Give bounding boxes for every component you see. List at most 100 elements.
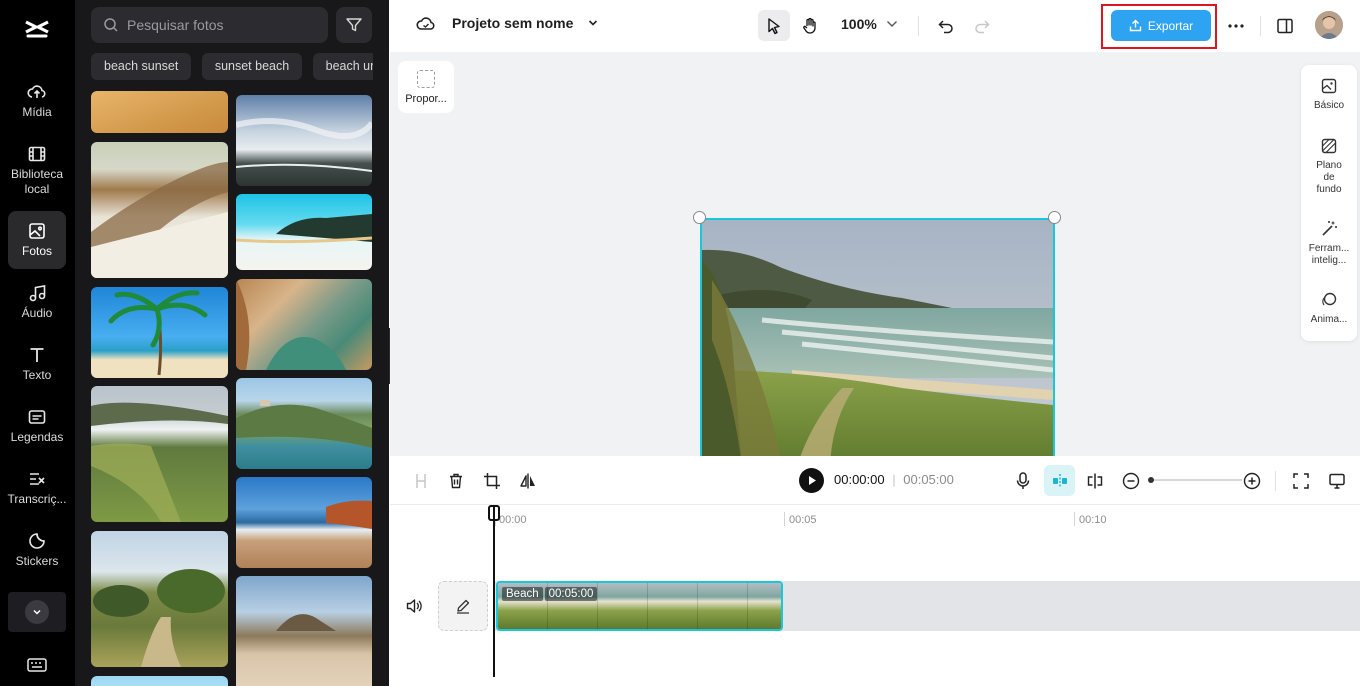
preview-photo[interactable] [700, 218, 1055, 456]
chevron-down-icon [589, 20, 598, 26]
rail-item-media[interactable]: Mídia [8, 72, 66, 130]
zoom-dropdown[interactable]: 100% [841, 16, 899, 32]
crop-button[interactable] [481, 470, 503, 492]
hand-tool-button[interactable] [794, 10, 826, 41]
rail-item-label: Stickers [15, 554, 59, 568]
clip-frame [748, 583, 781, 629]
rail-scroll-down-button[interactable] [8, 592, 66, 632]
rail-item-photos[interactable]: Fotos [8, 211, 66, 269]
resize-handle-top-right[interactable] [1048, 211, 1061, 224]
filter-button[interactable] [336, 7, 372, 43]
prop-background-button[interactable]: Plano de fundo [1301, 137, 1357, 196]
photo-thumbnail[interactable] [91, 91, 228, 133]
prop-label: Ferram... intelig... [1308, 243, 1350, 266]
snap-toggle-button[interactable] [1044, 465, 1075, 496]
sticker-icon [29, 533, 45, 549]
split-disabled-button[interactable] [410, 470, 432, 492]
prop-label: Básico [1313, 100, 1344, 111]
rail-item-text[interactable]: Texto [8, 335, 66, 393]
suggestion-chips: beach sunset sunset beach beach um [91, 53, 373, 81]
redo-icon [975, 19, 990, 33]
timeline-toolbar: 00:00:00 | 00:05:00 [390, 456, 1360, 505]
fullscreen-icon [1293, 473, 1309, 489]
photo-thumbnail[interactable] [91, 287, 228, 378]
more-options-button[interactable] [1220, 10, 1252, 41]
toggle-layout-button[interactable] [1269, 10, 1301, 41]
rail-item-label: Fotos [21, 244, 52, 258]
split-clip-icon [1087, 473, 1103, 489]
split-clip-button[interactable] [1084, 470, 1106, 492]
zoom-in-button[interactable] [1241, 470, 1263, 492]
edit-cover-button[interactable] [438, 581, 488, 631]
search-icon [104, 18, 118, 32]
rail-item-transcript[interactable]: Transcriç... [8, 459, 66, 517]
ruler-tick [784, 512, 785, 526]
select-tool-button[interactable] [758, 10, 790, 41]
chip-beach-um[interactable]: beach um [312, 53, 373, 80]
photo-thumbnail[interactable] [236, 95, 372, 186]
left-rail: Mídia Biblioteca local Fotos Áudio Texto… [0, 0, 75, 686]
speaker-icon [406, 599, 422, 613]
prop-smart-tools-button[interactable]: Ferram... intelig... [1301, 220, 1357, 267]
photo-thumbnail[interactable] [236, 378, 372, 469]
playhead[interactable] [493, 505, 495, 677]
preview-mode-button[interactable] [1326, 470, 1348, 492]
capcut-logo [25, 20, 49, 38]
slider-knob[interactable] [1148, 477, 1154, 483]
photo-thumbnail[interactable] [91, 676, 228, 686]
record-voice-button[interactable] [1012, 470, 1034, 492]
current-time: 00:00:00 [834, 472, 885, 487]
aspect-ratio-button[interactable]: Propor... [398, 61, 454, 113]
time-separator: | [892, 472, 896, 487]
timeline-zoom-slider[interactable] [1148, 477, 1242, 483]
plus-circle-icon [1243, 472, 1261, 490]
prop-basic-button[interactable]: Básico [1301, 77, 1357, 112]
ruler-label: 00:10 [1079, 514, 1107, 526]
keyboard-icon[interactable] [26, 656, 48, 674]
rail-item-stickers[interactable]: Stickers [8, 521, 66, 579]
delete-button[interactable] [445, 470, 467, 492]
zoom-out-button[interactable] [1120, 470, 1142, 492]
track-mute-button[interactable] [403, 595, 425, 617]
mirror-button[interactable] [517, 470, 539, 492]
photo-thumbnail[interactable] [236, 194, 372, 270]
rail-item-label: Transcriç... [7, 492, 67, 506]
clip-frame [598, 583, 648, 629]
photo-thumbnail[interactable] [236, 477, 372, 568]
cursor-arrow-icon [768, 17, 780, 34]
photo-thumbnail[interactable] [236, 279, 372, 370]
time-display: 00:00:00 | 00:05:00 [834, 472, 954, 487]
photo-thumbnail[interactable] [91, 531, 228, 667]
chip-sunset-beach[interactable]: sunset beach [201, 53, 303, 80]
chip-beach-sunset[interactable]: beach sunset [91, 53, 192, 80]
music-note-icon [29, 285, 46, 302]
play-button[interactable] [799, 468, 824, 493]
search-input[interactable] [127, 17, 307, 33]
redo-button[interactable] [966, 10, 998, 41]
rail-item-label: Áudio [21, 306, 53, 320]
resize-handle-top-left[interactable] [693, 211, 706, 224]
user-avatar[interactable] [1315, 11, 1343, 39]
fit-timeline-button[interactable] [1290, 470, 1312, 492]
film-icon [28, 146, 46, 161]
hand-icon [803, 17, 816, 34]
export-label: Exportar [1147, 18, 1194, 33]
monitor-icon [1329, 473, 1345, 489]
photo-thumbnail[interactable] [91, 386, 228, 522]
divider [1275, 471, 1276, 491]
ruler-tick [1074, 512, 1075, 526]
timeline-clip[interactable]: Beach 00:05:00 [496, 581, 783, 631]
search-box[interactable] [91, 7, 328, 43]
undo-button[interactable] [930, 10, 962, 41]
rail-item-local-library[interactable]: Biblioteca local [8, 140, 66, 200]
project-menu[interactable]: Projeto sem nome [416, 14, 599, 32]
app-window: Mídia Biblioteca local Fotos Áudio Texto… [0, 0, 1360, 686]
photo-thumbnail[interactable] [236, 576, 372, 686]
rail-item-audio[interactable]: Áudio [8, 273, 66, 331]
upload-icon [1129, 19, 1142, 32]
prop-animation-button[interactable]: Anima... [1301, 291, 1357, 326]
clip-frame [648, 583, 698, 629]
photo-thumbnail[interactable] [91, 142, 228, 278]
export-button[interactable]: Exportar [1111, 10, 1211, 41]
rail-item-captions[interactable]: Legendas [8, 397, 66, 455]
